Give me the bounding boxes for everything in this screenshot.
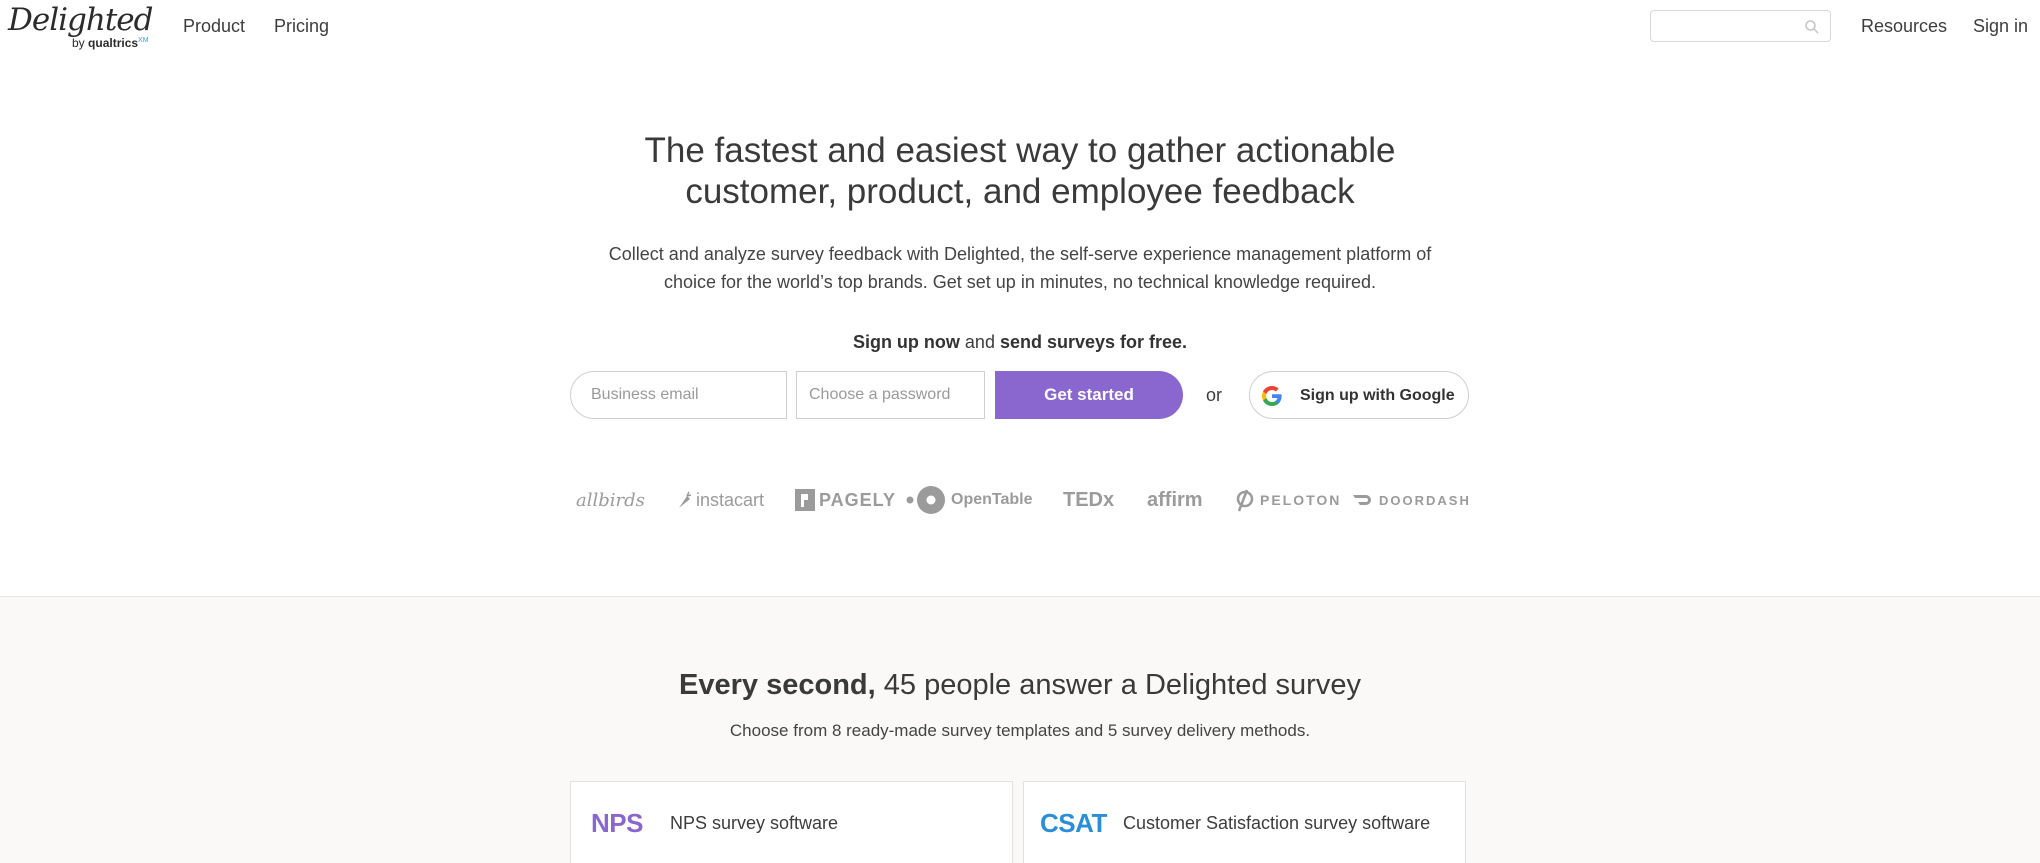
nav-sign-in[interactable]: Sign in <box>1973 16 2028 37</box>
google-signup-button[interactable]: Sign up with Google <box>1249 371 1469 419</box>
brand-tedx-logo: TEDx <box>1063 485 1114 515</box>
survey-types-section: Every second, 45 people answer a Delight… <box>0 596 2040 863</box>
opentable-mark-icon <box>906 486 945 514</box>
nav-pricing[interactable]: Pricing <box>274 16 329 37</box>
brand-instacart-logo: instacart <box>676 485 764 515</box>
nps-card-abbr: NPS <box>591 808 643 838</box>
nps-card-label: NPS survey software <box>670 813 839 833</box>
or-divider: or <box>1206 385 1223 405</box>
signup-now: Sign up now <box>852 332 960 352</box>
brand-opentable-logo: OpenTable <box>905 485 1033 515</box>
hero-subtitle-line-2: choice for the world’s top brands. Get s… <box>663 272 1377 292</box>
search-box <box>1650 10 1831 42</box>
logo-wordmark: Delighted <box>8 2 153 38</box>
brand-pagely-text: PAGELY <box>819 489 897 510</box>
site-header: Delighted by qualtricsXM Product Pricing… <box>0 0 2040 54</box>
brand-doordash-text: DOORDASH <box>1379 492 1471 508</box>
nav-resources[interactable]: Resources <box>1861 16 1947 37</box>
brand-instacart-text: instacart <box>696 489 765 510</box>
brand-allbirds-logo: allbirds <box>576 485 645 515</box>
signup-and: and <box>959 332 1000 352</box>
brand-pagely-logo: PAGELY <box>795 485 896 515</box>
search-input[interactable] <box>1659 15 1799 37</box>
brand-peloton-text: PELOTON <box>1260 492 1342 508</box>
csat-card-label: Customer Satisfaction survey software <box>1123 813 1431 833</box>
nps-survey-card[interactable]: NPS NPS survey software <box>570 781 1013 863</box>
nav-product[interactable]: Product <box>183 16 245 37</box>
logo-byline: by qualtricsXM <box>72 36 149 50</box>
brand-doordash-logo: DOORDASH <box>1352 485 1471 515</box>
brand-opentable-text: OpenTable <box>951 491 1033 508</box>
password-field[interactable] <box>796 371 985 419</box>
hero-subtitle: Collect and analyze survey feedback with… <box>0 240 2040 296</box>
brand-tedx-text: TEDx <box>1063 488 1115 511</box>
get-started-button[interactable]: Get started <box>995 371 1183 419</box>
pagely-mark-icon <box>795 489 815 511</box>
section-title-bold: Every second, <box>679 669 876 701</box>
signup-free: send surveys for free. <box>999 332 1188 352</box>
hero-subtitle-line-1: Collect and analyze survey feedback with… <box>608 244 1432 264</box>
hero-title-line-1: The fastest and easiest way to gather ac… <box>644 131 1396 170</box>
carrot-icon <box>679 491 692 508</box>
section-subtitle: Choose from 8 ready-made survey template… <box>729 721 1311 740</box>
section-title: Every second, 45 people answer a Delight… <box>0 669 2040 702</box>
email-field[interactable] <box>570 371 787 419</box>
logo-by: by <box>72 36 85 50</box>
brand-affirm-logo: affirm <box>1147 485 1203 515</box>
peloton-mark-icon <box>1236 489 1254 512</box>
hero-title: The fastest and easiest way to gather ac… <box>0 130 2040 212</box>
hero-title-line-2: customer, product, and employee feedback <box>685 172 1355 211</box>
section-title-rest: 45 people answer a Delighted survey <box>875 669 1361 701</box>
search-icon[interactable] <box>1804 19 1820 35</box>
google-signup-label: Sign up with Google <box>1300 387 1455 404</box>
brand-allbirds-text: allbirds <box>576 489 645 511</box>
logo-xm: XM <box>138 37 149 44</box>
signup-prompt: Sign up now and send surveys for free. <box>0 332 2040 353</box>
csat-card-abbr: CSAT <box>1040 808 1107 838</box>
doordash-mark-icon <box>1353 495 1371 505</box>
delighted-logo[interactable]: Delighted by qualtricsXM <box>8 2 153 52</box>
csat-survey-card[interactable]: CSAT Customer Satisfaction survey softwa… <box>1023 781 1466 863</box>
logo-qualtrics: qualtrics <box>88 36 139 50</box>
google-icon <box>1262 386 1282 406</box>
brand-affirm-text: affirm <box>1147 488 1203 511</box>
brand-peloton-logo: PELOTON <box>1234 485 1341 515</box>
